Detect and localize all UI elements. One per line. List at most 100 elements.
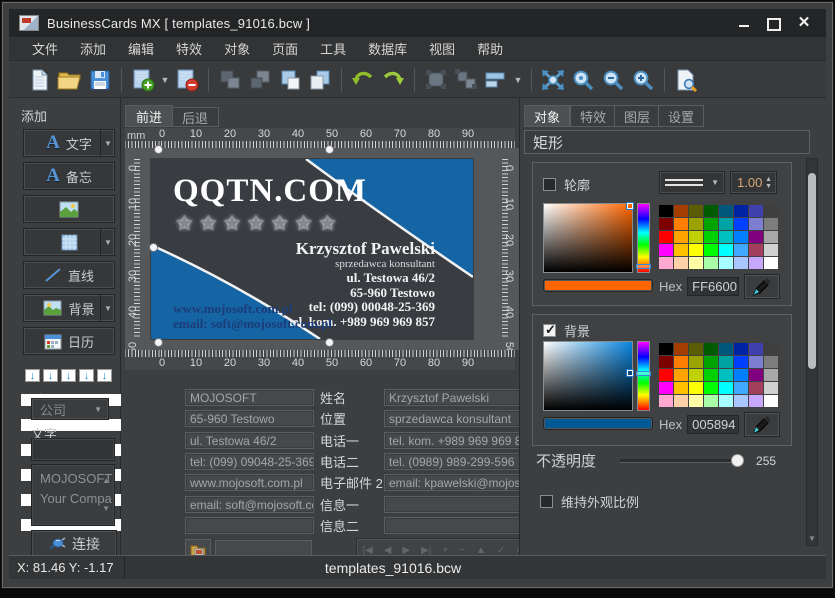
form-field-right[interactable]: Krzysztof Pawelski (384, 389, 521, 406)
db-nav-button[interactable]: ◀ (384, 545, 392, 556)
color-swatch[interactable] (689, 382, 703, 394)
color-swatch[interactable] (674, 231, 688, 243)
open-folder-button[interactable] (55, 66, 85, 94)
color-swatch[interactable] (764, 382, 778, 394)
design-workspace[interactable]: 01020304050 01020304050 QQTN.COM ★★★★★★★… (125, 148, 519, 350)
send-backward-icon[interactable] (215, 66, 245, 94)
new-document-button[interactable] (25, 66, 55, 94)
tab-layers[interactable]: 图层 (614, 105, 660, 127)
form-field-right[interactable]: email: kpawelski@mojosoft (384, 474, 521, 491)
tab-forward[interactable]: 前进 (125, 105, 173, 127)
color-swatch[interactable] (689, 369, 703, 381)
save-button[interactable] (85, 66, 115, 94)
menu-item[interactable]: 添加 (69, 36, 117, 61)
color-swatch[interactable] (689, 231, 703, 243)
print-preview-button[interactable] (671, 66, 701, 94)
company-dropdown[interactable]: 公司 ▼ (31, 398, 109, 420)
menu-item[interactable]: 视图 (418, 36, 466, 61)
scrollbar-thumb[interactable] (808, 173, 816, 369)
insert-field-arrow-icon[interactable]: ↓ (61, 369, 76, 382)
menu-item[interactable]: 帮助 (466, 36, 514, 61)
zoom-actual-button[interactable] (568, 66, 598, 94)
color-swatch[interactable] (659, 231, 673, 243)
color-swatch[interactable] (689, 343, 703, 355)
menu-item[interactable]: 编辑 (117, 36, 165, 61)
color-swatch[interactable] (674, 244, 688, 256)
redo-button[interactable] (378, 66, 408, 94)
color-swatch[interactable] (764, 205, 778, 217)
add-shape-button[interactable]: ▼ (23, 228, 115, 256)
add-page-dropdown-icon[interactable]: ▼ (158, 75, 172, 85)
ungroup-icon[interactable] (451, 66, 481, 94)
color-swatch[interactable] (689, 244, 703, 256)
color-swatch[interactable] (659, 395, 673, 407)
form-field-right[interactable]: tel. (0989) 989-299-596 (384, 453, 521, 470)
insert-field-arrow-icon[interactable]: ↓ (25, 369, 40, 382)
color-swatch[interactable] (734, 382, 748, 394)
menu-item[interactable]: 工具 (309, 36, 357, 61)
line-style-dropdown[interactable]: ▼ (659, 171, 725, 194)
line-width-spinner[interactable]: 1.00 ▲▼ (730, 171, 777, 194)
minimize-button[interactable] (736, 16, 752, 30)
menu-item[interactable]: 文件 (21, 36, 69, 61)
color-swatch[interactable] (719, 257, 733, 269)
color-swatch[interactable] (674, 257, 688, 269)
color-swatch[interactable] (659, 369, 673, 381)
delete-page-button[interactable] (172, 66, 202, 94)
add-memo-button[interactable]: A 备忘 (23, 162, 115, 190)
tab-object[interactable]: 对象 (524, 105, 570, 127)
chevron-down-icon[interactable]: ▼ (100, 129, 115, 157)
close-button[interactable]: ✕ (796, 16, 812, 30)
opacity-slider-knob[interactable] (731, 454, 744, 467)
color-swatch[interactable] (764, 231, 778, 243)
color-swatch[interactable] (749, 343, 763, 355)
color-swatch[interactable] (704, 395, 718, 407)
color-swatch[interactable] (689, 218, 703, 230)
tab-settings[interactable]: 设置 (658, 105, 704, 127)
background-hex-input[interactable]: 005894 (687, 415, 739, 434)
zoom-fit-button[interactable] (538, 66, 568, 94)
color-swatch[interactable] (704, 257, 718, 269)
color-swatch[interactable] (704, 382, 718, 394)
color-swatch[interactable] (734, 257, 748, 269)
color-swatch[interactable] (749, 244, 763, 256)
company-list[interactable]: MOJOSOFT Your Compa ▲ ▼ (31, 464, 115, 526)
form-field-left[interactable]: 65-960 Testowo (185, 410, 314, 427)
outline-hue-bar[interactable] (637, 203, 650, 273)
color-swatch[interactable] (719, 218, 733, 230)
color-swatch[interactable] (764, 343, 778, 355)
outline-checkbox[interactable] (543, 178, 556, 191)
db-nav-button[interactable]: ✓ (497, 545, 505, 556)
selection-handle[interactable] (154, 145, 163, 154)
inspector-scrollbar[interactable]: ▼ (806, 158, 818, 546)
form-field-right[interactable] (384, 517, 521, 534)
maximize-button[interactable] (766, 16, 782, 30)
color-swatch[interactable] (749, 231, 763, 243)
color-swatch[interactable] (659, 244, 673, 256)
group-icon[interactable] (421, 66, 451, 94)
color-swatch[interactable] (659, 205, 673, 217)
color-swatch[interactable] (734, 244, 748, 256)
color-swatch[interactable] (734, 369, 748, 381)
search-text-input[interactable] (31, 438, 115, 461)
color-swatch[interactable] (674, 356, 688, 368)
color-swatch[interactable] (719, 369, 733, 381)
business-card[interactable]: QQTN.COM ★★★★★★★ Krzysztof Pawelski sprz… (151, 159, 473, 339)
scroll-up-icon[interactable]: ▲ (102, 471, 110, 491)
color-swatch[interactable] (674, 382, 688, 394)
background-hue-bar[interactable] (637, 341, 650, 411)
menu-item[interactable]: 特效 (165, 36, 213, 61)
color-swatch[interactable] (659, 382, 673, 394)
scroll-down-icon[interactable]: ▼ (808, 534, 816, 543)
color-swatch[interactable] (734, 205, 748, 217)
outline-sv-picker[interactable] (543, 203, 633, 273)
menu-item[interactable]: 页面 (261, 36, 309, 61)
form-field-left[interactable]: MOJOSOFT (185, 389, 314, 406)
form-field-right[interactable]: sprzedawca konsultant (384, 410, 521, 427)
color-swatch[interactable] (674, 205, 688, 217)
color-swatch[interactable] (749, 218, 763, 230)
background-sv-picker[interactable] (543, 341, 633, 411)
selection-handle[interactable] (325, 145, 334, 154)
color-swatch[interactable] (689, 356, 703, 368)
color-swatch[interactable] (719, 356, 733, 368)
